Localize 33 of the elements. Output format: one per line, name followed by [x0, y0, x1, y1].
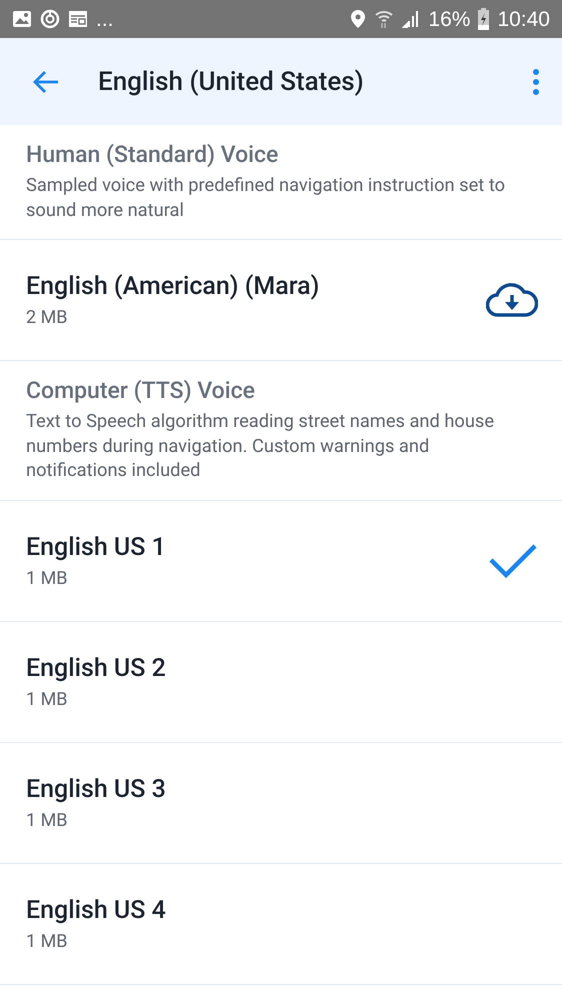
voice-size: 1 MB	[26, 568, 69, 588]
voice-size: 1 MB	[26, 810, 69, 830]
voice-list-item[interactable]: English US 3 1 MB	[0, 742, 562, 864]
more-dots-icon	[532, 68, 540, 96]
voice-list-item[interactable]: English (American) (Mara) 2 MB	[0, 240, 562, 361]
voice-list-item[interactable]: English US 4 1 MB	[0, 864, 562, 984]
voice-name: English US 1	[26, 532, 167, 562]
voice-name: English US 2	[26, 654, 167, 682]
voice-list-item[interactable]: English US 1 1 MB	[0, 500, 562, 622]
voice-size: 1 MB	[26, 688, 69, 710]
location-icon	[350, 9, 366, 29]
calendar-icon	[68, 10, 88, 28]
section-heading: Computer (TTS) Voice	[26, 377, 256, 404]
back-arrow-icon	[32, 70, 60, 94]
wifi-icon	[374, 9, 394, 29]
battery-charging-icon	[478, 8, 490, 30]
voice-size: 1 MB	[26, 930, 69, 952]
more-notifications-text: ...	[96, 8, 114, 30]
clock-time: 10:40	[497, 8, 550, 30]
voice-size: 2 MB	[26, 307, 69, 328]
page-title: English (United States)	[98, 66, 365, 96]
cloud-download-icon[interactable]	[486, 283, 538, 317]
section-description: Text to Speech algorithm reading street names and house numbers during navigation. Custom warnings and notifications included	[26, 410, 496, 483]
voice-name: English (American) (Mara)	[26, 272, 320, 301]
battery-percent: 16%	[428, 8, 470, 30]
image-icon	[12, 10, 32, 28]
section-description: Sampled voice with predefined navigation instruction set to sound more natural	[26, 174, 506, 222]
section-heading: Human (Standard) Voice	[26, 141, 280, 168]
timer-icon	[40, 9, 60, 29]
voice-name: English US 3	[26, 774, 167, 804]
voice-list-item[interactable]: English US 2 1 MB	[0, 622, 562, 742]
signal-icon	[402, 10, 420, 28]
voice-name: English US 4	[26, 896, 167, 924]
